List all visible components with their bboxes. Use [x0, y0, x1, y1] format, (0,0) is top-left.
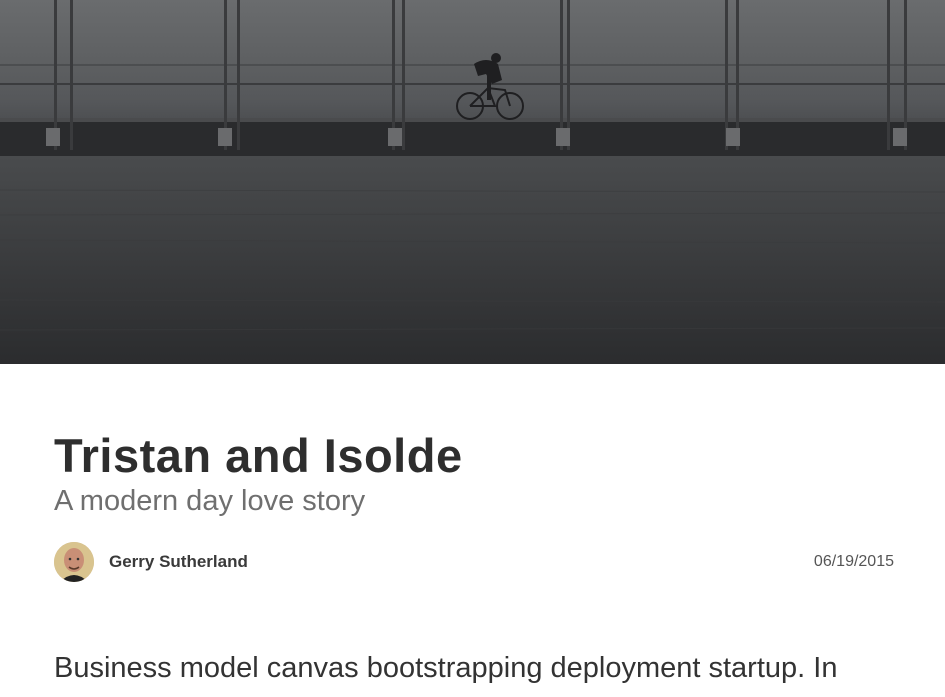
water	[0, 150, 945, 364]
bridge-deck	[0, 120, 945, 156]
article-title: Tristan and Isolde	[54, 429, 463, 482]
article-subtitle: A modern day love story	[54, 485, 366, 517]
publish-date: 06/19/2015	[813, 553, 894, 570]
article-meta: Gerry Sutherland 06/19/2015	[54, 542, 894, 582]
article-body-text: Business model canvas bootstrapping depl…	[54, 652, 838, 684]
bridge-railing	[0, 64, 945, 85]
rider	[474, 53, 502, 100]
bridge-scene	[0, 0, 945, 364]
hero-image	[0, 0, 945, 364]
author-avatar[interactable]	[54, 542, 94, 582]
author-name[interactable]: Gerry Sutherland	[109, 552, 248, 572]
avatar-face-icon	[54, 542, 94, 582]
